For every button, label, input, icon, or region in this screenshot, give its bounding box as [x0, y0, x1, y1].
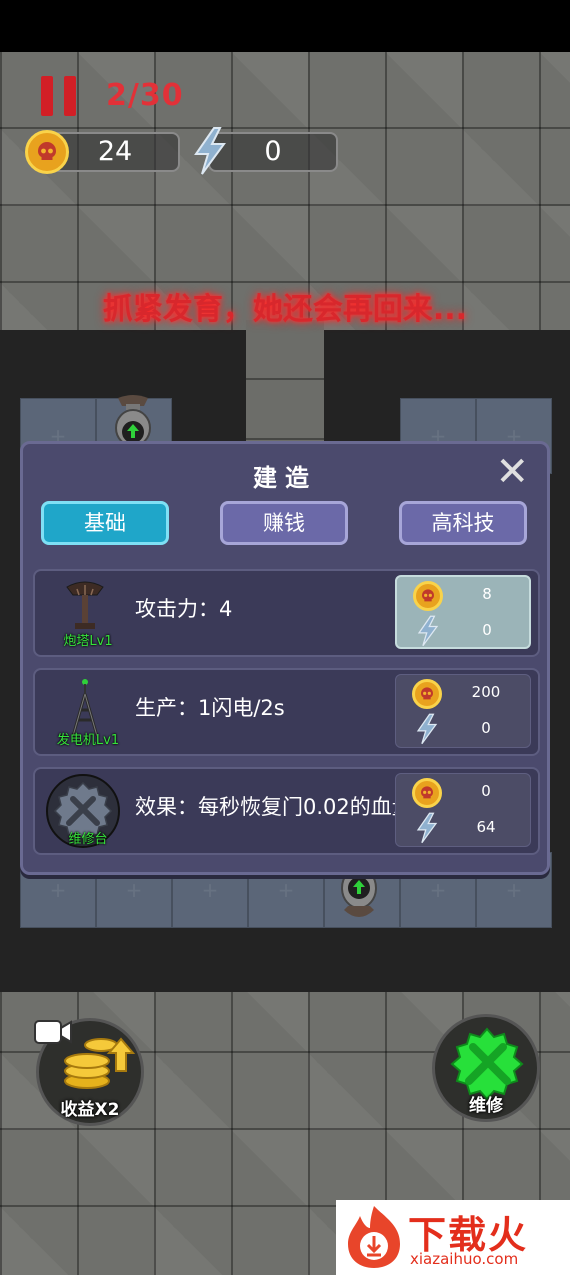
- skull-coin-icon: [412, 778, 442, 808]
- status-bar: [0, 0, 570, 52]
- item-name: 发电机Lv1: [56, 733, 120, 748]
- gold-stack-icon: [64, 1037, 136, 1089]
- skull-coin-icon: [412, 679, 442, 709]
- gold-cost: 200: [471, 683, 501, 701]
- build-panel: 建造 ✕ 基础 赚钱 高科技 炮塔Lv1 攻击力：4 8 0 发电机Lv1 生产…: [20, 441, 550, 875]
- cost-box: 200 0: [395, 674, 531, 748]
- energy-cost: 0: [481, 719, 491, 737]
- income-x2-label: 收益X2: [60, 1100, 120, 1120]
- turret-item-icon: 炮塔Lv1: [43, 575, 127, 651]
- panel-title: 建造: [253, 464, 317, 492]
- pause-bar: [64, 76, 76, 116]
- close-icon[interactable]: ✕: [495, 452, 529, 492]
- lightning-icon: [416, 812, 438, 844]
- wave-counter: 2/30: [106, 78, 184, 113]
- pause-bar: [41, 76, 53, 116]
- lightning-icon: [416, 713, 438, 745]
- tab-high-tech[interactable]: 高科技: [399, 501, 527, 545]
- repair-station-item-icon: 维修台: [43, 773, 127, 849]
- build-item-repair-station[interactable]: 维修台 效果：每秒恢复门0.02的血量 0 64: [33, 767, 540, 855]
- repair-label: 维修: [469, 1096, 503, 1116]
- gold-display: 24: [50, 132, 180, 172]
- flame-logo-icon: [348, 1206, 400, 1268]
- lightning-icon: [194, 127, 226, 175]
- income-x2-button[interactable]: 收益X2: [34, 1018, 144, 1126]
- cost-box: 0 64: [395, 773, 531, 847]
- build-item-generator[interactable]: 发电机Lv1 生产：1闪电/2s 200 0: [33, 668, 540, 756]
- skull-coin-icon: [413, 581, 443, 611]
- warning-message: 抓紧发育，她还会再回来...: [102, 292, 468, 327]
- gold-cost: 0: [481, 782, 491, 800]
- item-description: 效果：每秒恢复门0.02的血量: [135, 795, 413, 819]
- pause-button[interactable]: [38, 76, 80, 116]
- gold-cost: 8: [482, 585, 492, 603]
- cost-box: 8 0: [395, 575, 531, 649]
- watermark-url: xiazaihuo.com: [410, 1250, 519, 1268]
- build-item-turret[interactable]: 炮塔Lv1 攻击力：4 8 0: [33, 569, 540, 657]
- tab-earn-money[interactable]: 赚钱: [220, 501, 348, 545]
- energy-cost: 64: [476, 818, 496, 836]
- generator-item-icon: 发电机Lv1: [43, 674, 127, 750]
- item-description: 攻击力：4: [135, 597, 233, 621]
- tab-basic[interactable]: 基础: [41, 501, 169, 545]
- item-description: 生产：1闪电/2s: [135, 696, 285, 720]
- energy-value: 0: [264, 136, 282, 167]
- item-name: 维修台: [68, 832, 108, 847]
- gold-value: 24: [97, 136, 133, 167]
- watermark: 下载火 xiazaihuo.com: [336, 1200, 570, 1275]
- skull-coin-icon: [25, 130, 69, 174]
- energy-cost: 0: [482, 621, 492, 639]
- lightning-icon: [417, 615, 439, 647]
- repair-button[interactable]: 维修: [432, 1014, 540, 1122]
- item-name: 炮塔Lv1: [63, 634, 113, 649]
